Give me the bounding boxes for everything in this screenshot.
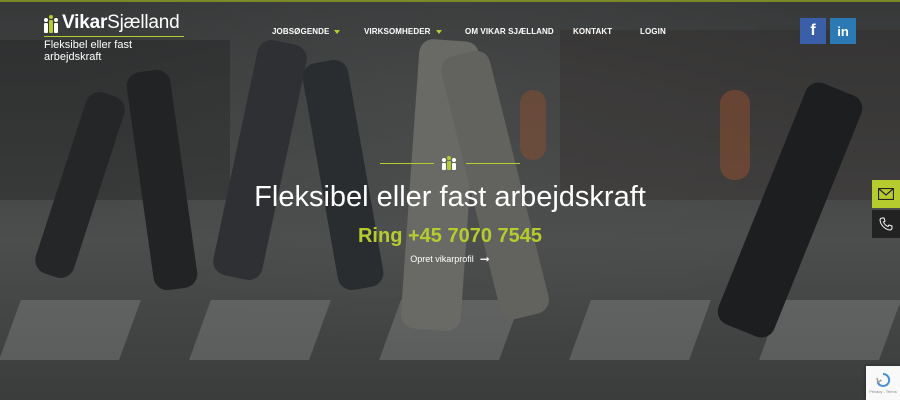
nav-item-om-vikar-sjaelland[interactable]: OM VIKAR SJÆLLAND xyxy=(465,27,554,36)
hero-phone-link[interactable]: Ring +45 7070 7545 xyxy=(0,225,900,248)
nav-item-login[interactable]: LOGIN xyxy=(640,27,666,36)
nav-item-label: VIRKSOMHEDER xyxy=(364,27,431,36)
chevron-down-icon xyxy=(334,29,341,34)
create-profile-label: Opret vikarprofil xyxy=(410,254,474,264)
side-email-button[interactable] xyxy=(872,180,900,208)
divider-line-left xyxy=(380,163,434,164)
chevron-down-icon xyxy=(435,29,442,34)
hero-divider xyxy=(380,156,520,172)
people-icon xyxy=(442,156,456,170)
main-nav: JOBSØGENDE VIRKSOMHEDER OM VIKAR SJÆLLAN… xyxy=(0,27,900,39)
phone-icon xyxy=(879,217,893,231)
nav-item-label: KONTAKT xyxy=(573,27,613,36)
create-profile-link[interactable]: Opret vikarprofil ➞ xyxy=(0,252,900,266)
side-phone-button[interactable] xyxy=(872,210,900,238)
logo-tagline: Fleksibel eller fast arbejdskraft xyxy=(44,36,184,63)
envelope-icon xyxy=(878,188,894,200)
nav-item-label: LOGIN xyxy=(640,27,666,36)
nav-item-label: JOBSØGENDE xyxy=(272,27,330,36)
recaptcha-footer: Privacy - Terms xyxy=(869,389,897,394)
divider-line-right xyxy=(466,163,520,164)
linkedin-icon[interactable]: in xyxy=(830,18,856,44)
arrow-right-icon: ➞ xyxy=(479,252,490,266)
nav-item-label: OM VIKAR SJÆLLAND xyxy=(465,27,554,36)
nav-item-jobsogende[interactable]: JOBSØGENDE xyxy=(272,27,341,36)
hero-section: VikarSjælland Fleksibel eller fast arbej… xyxy=(0,0,900,400)
recaptcha-badge[interactable]: Privacy - Terms xyxy=(866,366,900,400)
nav-item-virksomheder[interactable]: VIRKSOMHEDER xyxy=(364,27,442,36)
facebook-icon[interactable]: f xyxy=(800,18,826,44)
nav-item-kontakt[interactable]: KONTAKT xyxy=(573,27,612,36)
recaptcha-icon xyxy=(876,372,891,387)
hero-headline: Fleksibel eller fast arbejdskraft xyxy=(254,181,646,213)
